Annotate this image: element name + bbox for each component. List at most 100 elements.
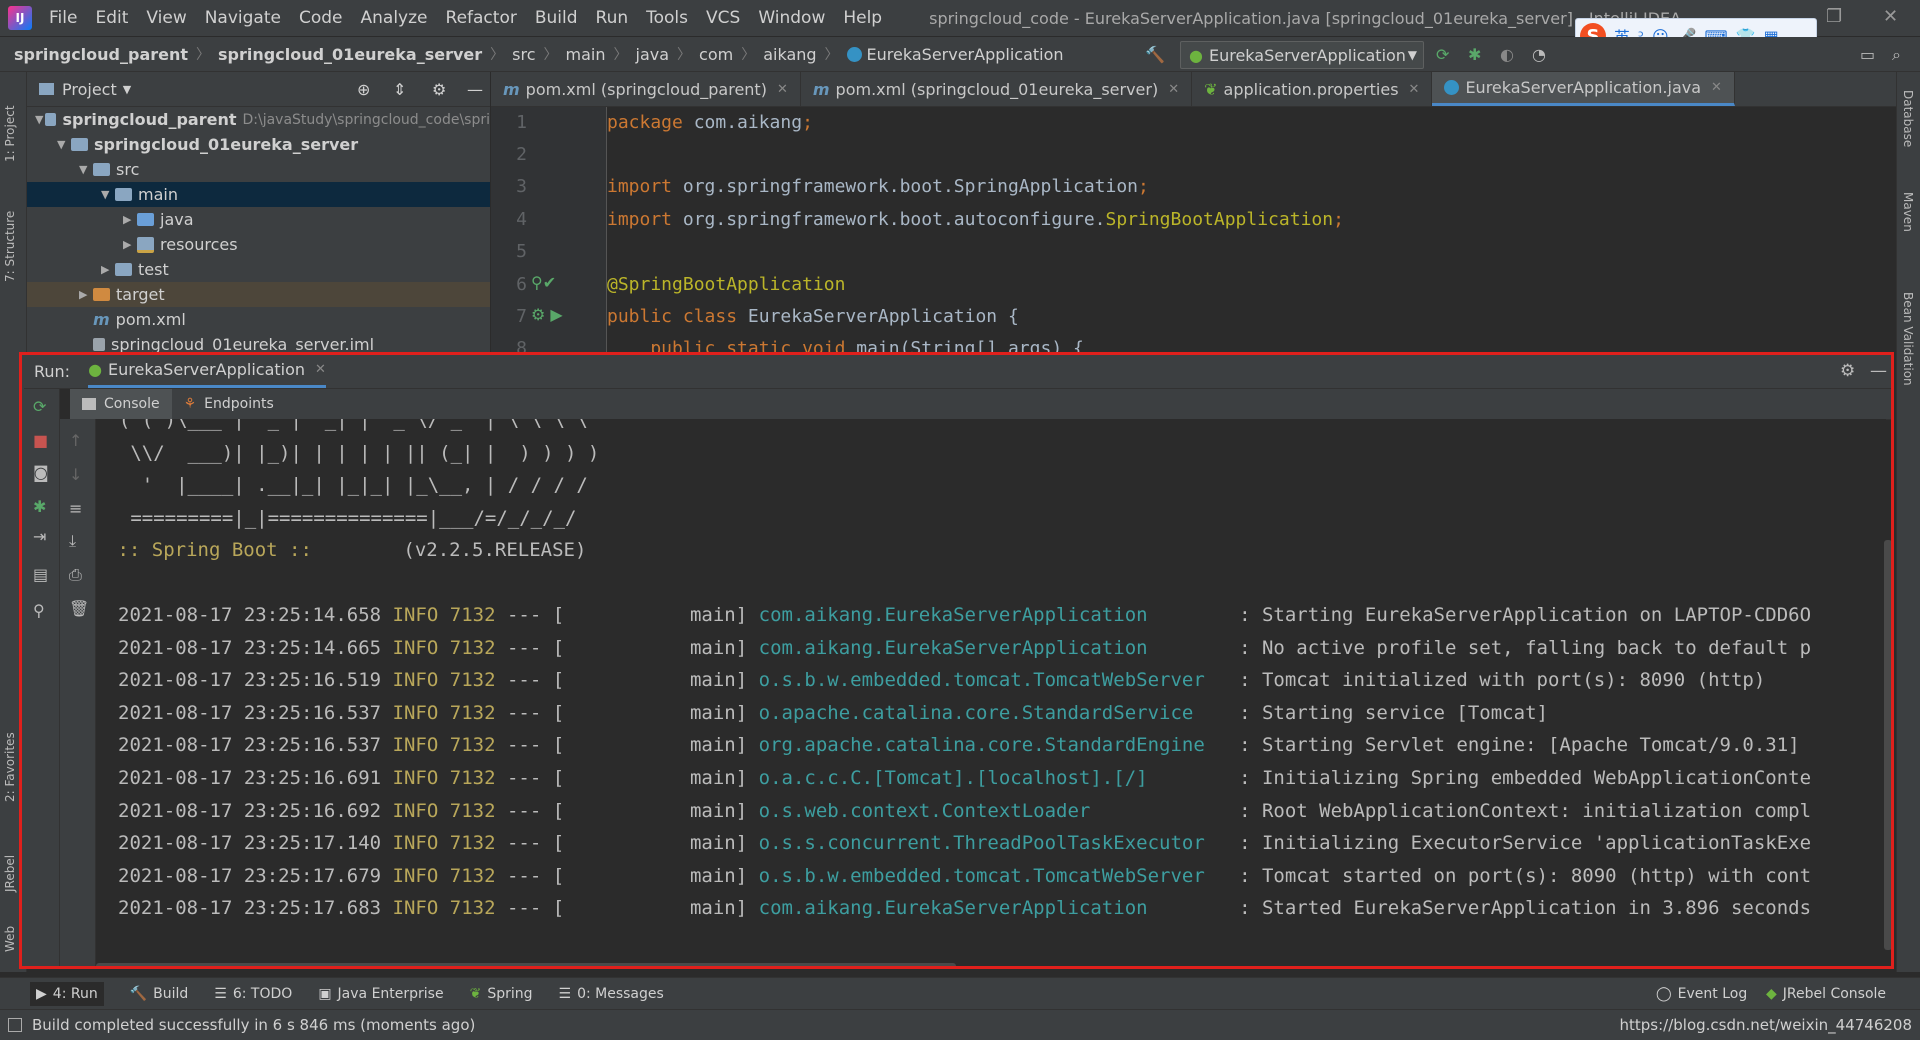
menu-edit[interactable]: Edit: [86, 8, 137, 28]
gear-icon[interactable]: ⚙: [432, 80, 446, 99]
tree-item-src[interactable]: ▼ src: [27, 157, 490, 182]
expanded-arrow-icon[interactable]: ▼: [35, 113, 45, 126]
tab-pom-parent[interactable]: m pom.xml (springcloud_parent) ✕: [491, 72, 801, 106]
collapsed-arrow-icon[interactable]: ▶: [79, 288, 93, 301]
close-tab-icon[interactable]: ✕: [315, 362, 326, 377]
restore-layout-icon[interactable]: ⇥: [33, 527, 46, 546]
tool-tab-database[interactable]: Database: [1901, 90, 1915, 147]
menu-view[interactable]: View: [137, 8, 195, 28]
search-everywhere-icon[interactable]: ⌕: [1892, 45, 1901, 65]
breadcrumb-java[interactable]: java: [636, 45, 670, 64]
soft-wrap-icon[interactable]: ≡: [69, 499, 82, 518]
hide-panel-icon[interactable]: —: [1870, 361, 1887, 381]
menu-refactor[interactable]: Refactor: [437, 8, 526, 28]
hide-panel-icon[interactable]: —: [467, 80, 483, 99]
tool-window-java-enterprise[interactable]: ▣ Java Enterprise: [318, 986, 443, 1002]
run-configuration-select[interactable]: ● EurekaServerApplication ▼: [1180, 41, 1424, 69]
tree-item-springcloud-01eureka-server[interactable]: ▼ springcloud_01eureka_server: [27, 132, 490, 157]
menu-help[interactable]: Help: [834, 8, 891, 28]
tool-tab-project[interactable]: 1: Project: [3, 82, 17, 162]
menu-analyze[interactable]: Analyze: [352, 8, 437, 28]
breadcrumb-class[interactable]: EurekaServerApplication: [867, 45, 1064, 64]
close-tab-icon[interactable]: ✕: [1168, 82, 1179, 97]
tab-application-properties[interactable]: ❦ application.properties ✕: [1192, 72, 1433, 106]
tool-tab-structure[interactable]: 7: Structure: [3, 182, 17, 282]
tree-item-springcloud-01eureka-server-iml[interactable]: springcloud_01eureka_server.iml: [27, 332, 490, 354]
subtab-console[interactable]: Console: [70, 389, 172, 419]
menu-file[interactable]: File: [40, 8, 86, 28]
spring-bean-gutter-icon[interactable]: ⚲✔: [531, 273, 556, 292]
locate-icon[interactable]: ⊕: [357, 80, 370, 99]
rerun-icon[interactable]: ⟳: [33, 397, 46, 416]
menu-navigate[interactable]: Navigate: [196, 8, 290, 28]
profile-icon[interactable]: ◔: [1532, 45, 1546, 64]
tool-tab-bean-validation[interactable]: Bean Validation: [1901, 292, 1915, 386]
layout-icon[interactable]: ▭: [1860, 45, 1875, 64]
debug-icon[interactable]: ✱: [1468, 45, 1481, 64]
rerun-icon[interactable]: ⟳: [1436, 45, 1449, 64]
collapsed-arrow-icon[interactable]: ▶: [123, 238, 137, 251]
up-arrow-icon[interactable]: ↑: [69, 431, 82, 450]
collapsed-arrow-icon[interactable]: ▶: [101, 263, 115, 276]
tree-item-target[interactable]: ▶ target: [27, 282, 490, 307]
breadcrumb-com[interactable]: com: [699, 45, 733, 64]
breadcrumb-project[interactable]: springcloud_parent: [14, 45, 188, 64]
tool-window-todo[interactable]: ☰ 6: TODO: [214, 986, 292, 1002]
print-icon[interactable]: ⎙: [69, 565, 82, 585]
tool-tab-jrebel[interactable]: JRebel: [3, 832, 17, 892]
menu-tools[interactable]: Tools: [637, 8, 697, 28]
gear-icon[interactable]: ⚙: [1840, 361, 1855, 381]
collapsed-arrow-icon[interactable]: ▶: [123, 213, 137, 226]
coverage-icon[interactable]: ◐: [1500, 45, 1514, 64]
tool-tab-maven[interactable]: Maven: [1901, 192, 1915, 232]
vertical-scrollbar[interactable]: [1884, 540, 1892, 950]
close-tab-icon[interactable]: ✕: [777, 82, 788, 97]
status-message[interactable]: Build completed successfully in 6 s 846 …: [32, 1016, 475, 1034]
tree-item-resources[interactable]: ▶ resources: [27, 232, 490, 257]
menu-window[interactable]: Window: [749, 8, 834, 28]
close-window-icon[interactable]: ✕: [1883, 6, 1898, 27]
breadcrumb-aikang[interactable]: aikang: [763, 45, 816, 64]
tool-tab-favorites[interactable]: 2: Favorites: [3, 712, 17, 802]
down-arrow-icon[interactable]: ↓: [69, 465, 82, 484]
menu-vcs[interactable]: VCS: [697, 8, 749, 28]
expanded-arrow-icon[interactable]: ▼: [79, 163, 93, 176]
build-hammer-icon[interactable]: 🔨: [1145, 45, 1165, 64]
project-view-select[interactable]: Project: [62, 80, 117, 99]
pin-icon[interactable]: ⚲: [33, 601, 45, 620]
scroll-to-end-icon[interactable]: ⤓: [69, 531, 76, 551]
tab-eureka-server-application[interactable]: EurekaServerApplication.java ✕: [1432, 72, 1735, 106]
tool-window-run[interactable]: ▶ 4: Run: [30, 982, 104, 1006]
console-output[interactable]: ( ( )\___ | '_ | '_| | '_ \/ _` | \ \ \ …: [96, 419, 1886, 964]
status-bar-toggle-icon[interactable]: [8, 1018, 22, 1032]
tab-pom-eureka[interactable]: m pom.xml (springcloud_01eureka_server) ✕: [801, 72, 1193, 106]
close-tab-icon[interactable]: ✕: [1711, 80, 1722, 95]
restore-window-icon[interactable]: ❐: [1826, 6, 1842, 27]
run-gutter-icon[interactable]: ⚙ ▶: [531, 305, 563, 324]
trash-icon[interactable]: 🗑: [69, 599, 89, 618]
expanded-arrow-icon[interactable]: ▼: [101, 188, 115, 201]
tool-window-messages[interactable]: ☰ 0: Messages: [559, 986, 664, 1002]
breadcrumb-src[interactable]: src: [512, 45, 535, 64]
run-tab-eureka[interactable]: ● EurekaServerApplication ✕: [88, 354, 326, 388]
tree-item-java[interactable]: ▶ java: [27, 207, 490, 232]
tool-window-build[interactable]: 🔨 Build: [130, 986, 189, 1002]
breadcrumb-main[interactable]: main: [566, 45, 606, 64]
menu-build[interactable]: Build: [526, 8, 587, 28]
tree-item-main[interactable]: ▼ main: [27, 182, 490, 207]
horizontal-scrollbar[interactable]: [96, 963, 956, 969]
tool-tab-web[interactable]: Web: [3, 912, 17, 952]
layout-icon[interactable]: ▤: [33, 565, 48, 584]
tool-window-spring[interactable]: ❦ Spring: [470, 986, 533, 1002]
tree-item-pom-xml[interactable]: m pom.xml: [27, 307, 490, 332]
breadcrumb-module[interactable]: springcloud_01eureka_server: [218, 45, 482, 64]
tool-window-event-log[interactable]: ◯ Event Log: [1656, 986, 1747, 1002]
subtab-endpoints[interactable]: ⚘ Endpoints: [172, 389, 286, 419]
stop-icon[interactable]: ■: [33, 431, 48, 450]
collapse-all-icon[interactable]: ⇕: [393, 80, 406, 99]
tree-item-test[interactable]: ▶ test: [27, 257, 490, 282]
close-tab-icon[interactable]: ✕: [1409, 82, 1420, 97]
menu-run[interactable]: Run: [587, 8, 638, 28]
camera-icon[interactable]: ◙: [33, 463, 49, 482]
tree-item-springcloud-parent[interactable]: ▼ springcloud_parent D:\javaStudy\springcl…: [27, 107, 490, 132]
